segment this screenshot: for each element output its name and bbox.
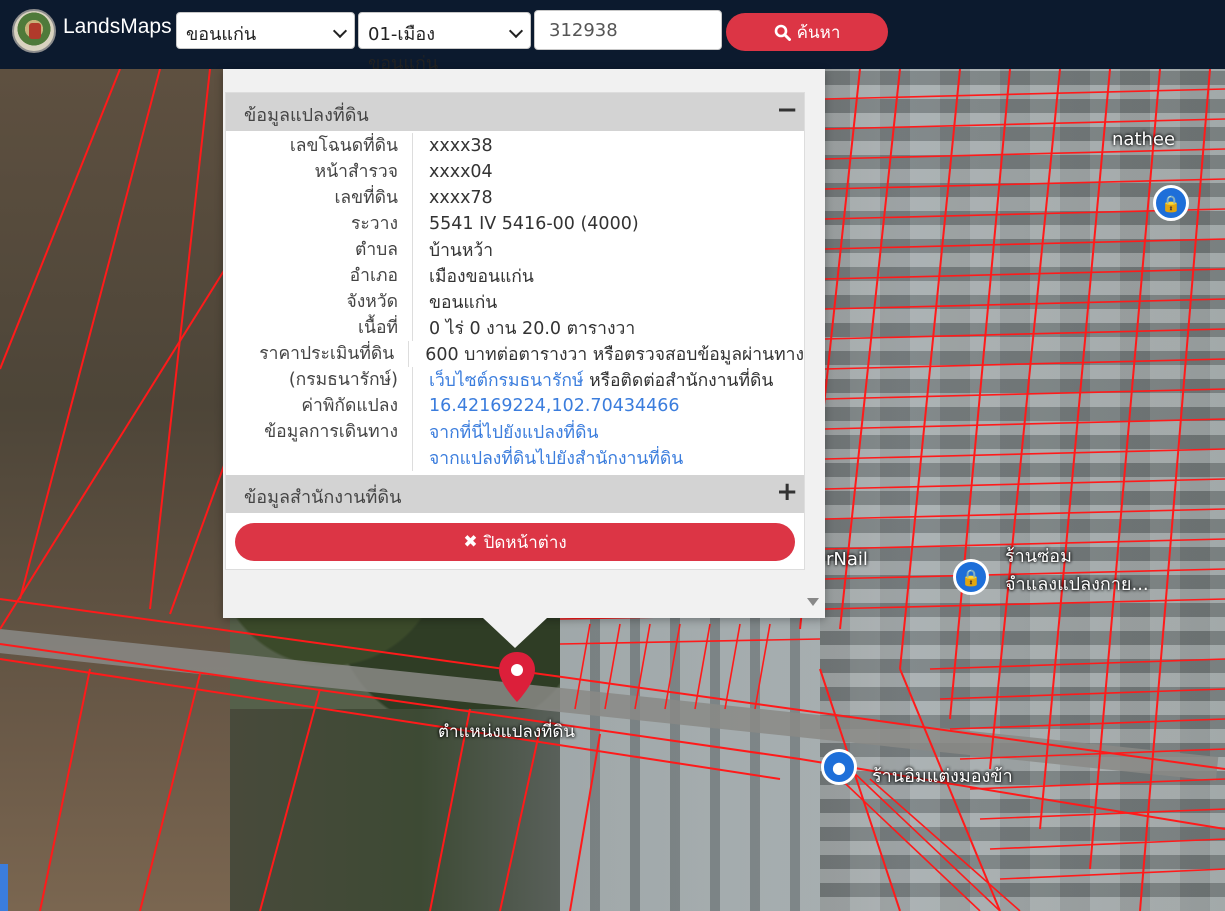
province-select-value: ขอนแก่น <box>186 24 257 45</box>
info-value: 0 ไร่ 0 งาน 20.0 ตารางวา <box>429 319 636 339</box>
info-row: อำเภอ เมืองขอนแก่น <box>226 263 804 289</box>
district-select[interactable]: 01-เมืองขอนแก่น <box>358 12 531 74</box>
info-label: ค่าพิกัดแปลง <box>226 393 413 419</box>
directions-to-office-link[interactable]: จากแปลงที่ดินไปยังสำนักงานที่ดิน <box>429 449 683 469</box>
location-pin-icon[interactable] <box>496 650 538 710</box>
info-row: หน้าสำรวจ xxxx04 <box>226 159 804 185</box>
info-label: (กรมธนารักษ์) <box>226 367 413 393</box>
popup-pointer <box>483 618 547 648</box>
map-poi-marker-icon[interactable]: ● <box>821 749 857 785</box>
info-value: xxxx38 <box>429 136 493 156</box>
map-label-shop-1: ร้านซ่อม <box>1005 546 1072 567</box>
expand-icon[interactable]: + <box>776 475 798 509</box>
treasury-website-link[interactable]: เว็บไซต์กรมธนารักษ์ <box>429 371 584 391</box>
info-value: จากที่นี่ไปยังแปลงที่ดิน <box>413 418 598 446</box>
info-row: ราคาประเมินที่ดิน 600 บาทต่อตารางวา หรือต… <box>226 341 804 367</box>
coordinate-link[interactable]: 16.42169224,102.70434466 <box>429 396 680 416</box>
parcel-number-input[interactable] <box>534 10 722 50</box>
info-label: จังหวัด <box>226 289 413 315</box>
info-label: หน้าสำรวจ <box>226 159 413 185</box>
chevron-down-icon <box>332 23 348 39</box>
info-value: 5541 IV 5416-00 (4000) <box>429 214 639 234</box>
search-icon <box>774 24 791 41</box>
info-row: ข้อมูลการเดินทาง จากที่นี่ไปยังแปลงที่ดิ… <box>226 419 804 445</box>
info-label: ตำบล <box>226 237 413 263</box>
info-row: (กรมธนารักษ์) เว็บไซต์กรมธนารักษ์ หรือติ… <box>226 367 804 393</box>
map-label-nathee: nathee <box>1112 129 1176 150</box>
collapse-icon[interactable]: − <box>776 93 798 127</box>
info-label: อำเภอ <box>226 263 413 289</box>
info-value: เมืองขอนแก่น <box>429 267 534 287</box>
info-row: ค่าพิกัดแปลง 16.42169224,102.70434466 <box>226 393 804 419</box>
info-row: เลขที่ดิน xxxx78 <box>226 185 804 211</box>
marker-label: ตำแหน่งแปลงที่ดิน <box>438 722 576 742</box>
chevron-down-icon <box>508 23 524 39</box>
info-label: ระวาง <box>226 211 413 237</box>
district-select-value: 01-เมืองขอนแก่น <box>368 24 439 74</box>
directions-to-parcel-link[interactable]: จากที่นี่ไปยังแปลงที่ดิน <box>429 423 598 443</box>
info-label: ราคาประเมินที่ดิน <box>226 341 410 367</box>
parcel-info-header[interactable]: ข้อมูลแปลงที่ดิน − <box>226 93 804 131</box>
land-office-header[interactable]: ข้อมูลสำนักงานที่ดิน + <box>226 475 804 513</box>
info-row: ตำบล บ้านหว้า <box>226 237 804 263</box>
close-window-button[interactable]: ✖ ปิดหน้าต่าง <box>235 523 795 561</box>
info-label: เลขโฉนดที่ดิน <box>226 133 413 159</box>
top-navbar: LandsMaps ขอนแก่น 01-เมืองขอนแก่น ค้นหา <box>0 0 1225 74</box>
parcel-info-title: ข้อมูลแปลงที่ดิน <box>244 105 369 126</box>
info-value: xxxx78 <box>429 188 493 208</box>
scroll-down-icon[interactable] <box>807 598 819 606</box>
info-row: จังหวัด ขอนแก่น <box>226 289 804 315</box>
parcel-info-card: ข้อมูลแปลงที่ดิน − เลขโฉนดที่ดิน xxxx38 ห… <box>225 92 805 570</box>
search-button-label: ค้นหา <box>796 22 841 43</box>
info-row: จากแปลงที่ดินไปยังสำนักงานที่ดิน <box>226 445 804 471</box>
close-icon: ✖ <box>463 532 478 552</box>
info-value: จากแปลงที่ดินไปยังสำนักงานที่ดิน <box>413 444 683 472</box>
info-label: เนื้อที่ <box>226 315 413 341</box>
close-window-label: ปิดหน้าต่าง <box>483 532 567 553</box>
info-value: xxxx04 <box>429 162 493 182</box>
info-label <box>226 445 413 471</box>
map-label-shop-2: จำแลงแปลงกาย... <box>1005 574 1149 595</box>
dept-suffix: หรือติดต่อสำนักงานที่ดิน <box>583 371 774 391</box>
map-label-nail: rNail <box>826 549 868 570</box>
info-label: ข้อมูลการเดินทาง <box>226 419 413 445</box>
land-office-title: ข้อมูลสำนักงานที่ดิน <box>244 487 402 508</box>
search-button[interactable]: ค้นหา <box>726 13 888 51</box>
info-row: ระวาง 5541 IV 5416-00 (4000) <box>226 211 804 237</box>
side-tab[interactable] <box>0 864 8 911</box>
parcel-info-table: เลขโฉนดที่ดิน xxxx38 หน้าสำรวจ xxxx04 เลขท… <box>226 131 804 475</box>
parcel-info-popup: ข้อมูลแปลงที่ดิน − เลขโฉนดที่ดิน xxxx38 ห… <box>223 69 825 618</box>
map-label-shop-3: ร้านอิมแต่งมองข้า <box>872 766 1013 787</box>
map-poi-lock-icon[interactable]: 🔒 <box>953 559 989 595</box>
info-value: บ้านหว้า <box>429 241 494 261</box>
info-value: เว็บไซต์กรมธนารักษ์ หรือติดต่อสำนักงานที… <box>413 366 773 394</box>
info-value: 600 บาทต่อตารางวา หรือตรวจสอบข้อมูลผ่านท… <box>425 345 804 365</box>
info-value: 16.42169224,102.70434466 <box>413 396 680 416</box>
info-row: เลขโฉนดที่ดิน xxxx38 <box>226 133 804 159</box>
close-area: ✖ ปิดหน้าต่าง <box>226 513 804 569</box>
landsmaps-logo <box>12 9 56 53</box>
province-select[interactable]: ขอนแก่น <box>176 12 355 49</box>
info-value: ขอนแก่น <box>429 293 498 313</box>
info-row: เนื้อที่ 0 ไร่ 0 งาน 20.0 ตารางวา <box>226 315 804 341</box>
brand-name: LandsMaps <box>63 15 172 38</box>
map-poi-lock-icon[interactable]: 🔒 <box>1153 185 1189 221</box>
info-label: เลขที่ดิน <box>226 185 413 211</box>
